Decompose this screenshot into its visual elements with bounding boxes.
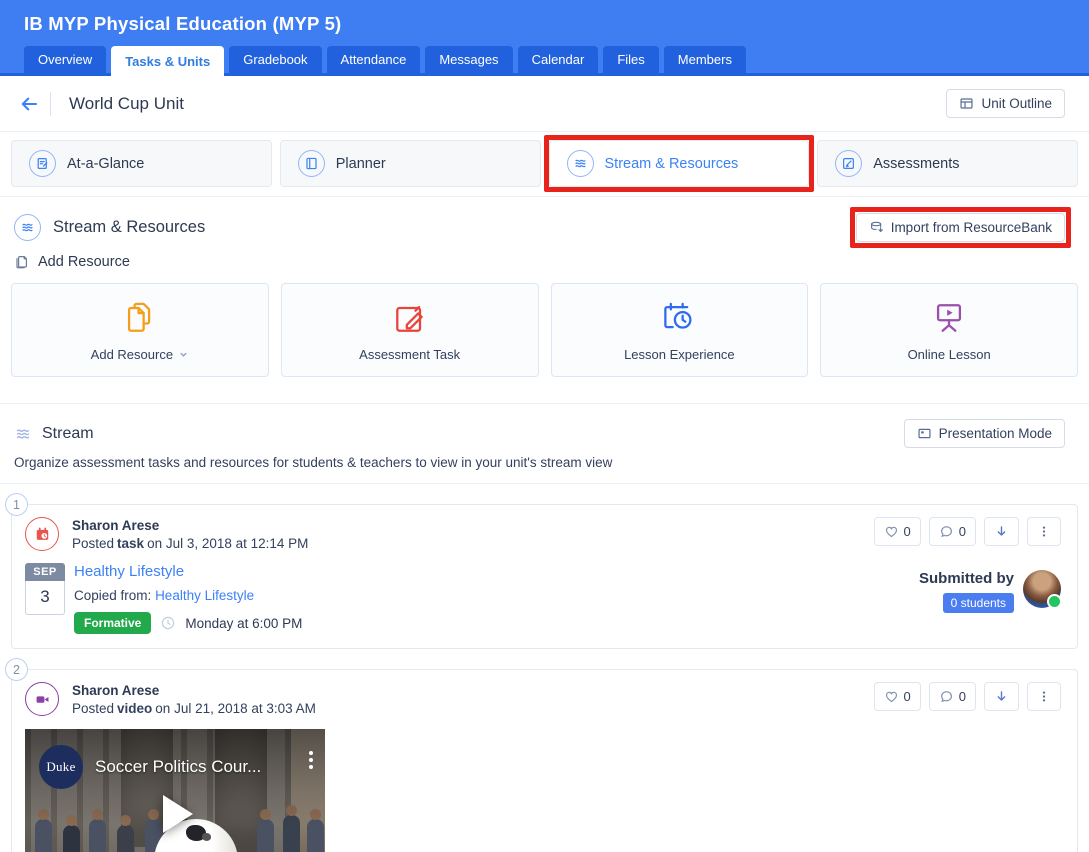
screen-icon — [917, 426, 932, 441]
move-down-button[interactable] — [984, 517, 1019, 546]
course-header: IB MYP Physical Education (MYP 5) Overvi… — [0, 0, 1089, 76]
presentation-play-icon — [929, 298, 969, 338]
post-actions: 0 0 — [874, 517, 1061, 546]
video-thumbnail[interactable]: Duke Soccer Politics Cour... — [25, 729, 325, 852]
layers-icon — [14, 214, 41, 241]
comment-icon — [939, 689, 954, 704]
unit-section-tabs: At-a-Glance Planner Stream & Resources A… — [0, 132, 1089, 187]
import-resourcebank-button[interactable]: Import from ResourceBank — [856, 213, 1065, 242]
tab-members[interactable]: Members — [664, 46, 746, 73]
video-more-icon[interactable] — [309, 751, 313, 769]
due-date-badge: SEP 3 — [25, 563, 65, 634]
comment-button[interactable]: 0 — [929, 682, 976, 711]
chevron-down-icon — [178, 349, 189, 360]
post-author: Sharon Arese — [72, 683, 316, 698]
post-actions: 0 0 — [874, 682, 1061, 711]
students-count-badge[interactable]: 0 students — [943, 593, 1014, 613]
post-meta: Postedvideoon Jul 21, 2018 at 3:03 AM — [72, 701, 316, 716]
comment-button[interactable]: 0 — [929, 517, 976, 546]
post-card: Sharon Arese Postedvideoon Jul 21, 2018 … — [11, 669, 1078, 852]
more-options-button[interactable] — [1027, 517, 1061, 546]
assessment-task-card[interactable]: Assessment Task — [281, 283, 539, 377]
post-number-badge: 2 — [5, 658, 28, 681]
move-down-button[interactable] — [984, 682, 1019, 711]
tab-messages[interactable]: Messages — [425, 46, 512, 73]
post-number-badge: 1 — [5, 493, 28, 516]
assessment-pencil-icon — [390, 298, 430, 338]
video-avatar-icon — [25, 682, 59, 716]
video-title[interactable]: Soccer Politics Cour... — [95, 757, 261, 777]
note-icon — [29, 150, 56, 177]
outline-grid-icon — [959, 96, 974, 111]
like-button[interactable]: 0 — [874, 682, 921, 711]
post-author: Sharon Arese — [72, 518, 308, 533]
import-stack-icon — [869, 220, 884, 235]
arrow-down-icon — [994, 524, 1009, 539]
submitted-by-label: Submitted by — [919, 570, 1014, 587]
arrow-left-icon — [19, 94, 39, 114]
clock-icon — [160, 615, 176, 631]
copied-from: Copied from: Healthy Lifestyle — [74, 588, 302, 603]
tab-overview[interactable]: Overview — [24, 46, 106, 73]
resource-cards: Add Resource Assessment Task Lesson Expe… — [0, 270, 1089, 377]
post-card: Sharon Arese Postedtaskon Jul 3, 2018 at… — [11, 504, 1078, 649]
stream-resources-header: Stream & Resources Import from ResourceB… — [0, 197, 1089, 242]
play-button[interactable] — [163, 795, 193, 833]
lesson-experience-card[interactable]: Lesson Experience — [551, 283, 809, 377]
add-resource-card[interactable]: Add Resource — [11, 283, 269, 377]
heart-icon — [884, 524, 899, 539]
tab-calendar[interactable]: Calendar — [518, 46, 599, 73]
unit-title-bar: World Cup Unit Unit Outline — [0, 76, 1089, 132]
channel-logo[interactable]: Duke — [39, 745, 83, 789]
due-time: Monday at 6:00 PM — [185, 616, 302, 631]
course-page: IB MYP Physical Education (MYP 5) Overvi… — [0, 0, 1089, 852]
tab-attendance[interactable]: Attendance — [327, 46, 421, 73]
comment-icon — [939, 524, 954, 539]
tab-files[interactable]: Files — [603, 46, 658, 73]
copy-docs-icon — [120, 298, 160, 338]
tab-assessments[interactable]: Assessments — [817, 140, 1078, 187]
divider — [0, 483, 1089, 484]
kebab-icon — [1037, 689, 1051, 704]
layers-icon — [14, 425, 32, 443]
layers-icon — [567, 150, 594, 177]
tab-planner[interactable]: Planner — [280, 140, 541, 187]
online-lesson-card[interactable]: Online Lesson — [820, 283, 1078, 377]
stream-post-video: 2 Sharon Arese Postedvideoon Jul 21, 201… — [11, 669, 1078, 852]
book-icon — [298, 150, 325, 177]
stream-post-task: 1 Sharon Arese Postedtaskon Jul 3, 2018 … — [11, 504, 1078, 649]
heart-icon — [884, 689, 899, 704]
calendar-clock-icon — [659, 298, 699, 338]
section-title: Stream — [42, 425, 94, 443]
course-tabs: Overview Tasks & Units Gradebook Attenda… — [0, 46, 1089, 73]
back-button[interactable] — [14, 89, 44, 119]
course-title: IB MYP Physical Education (MYP 5) — [0, 13, 1089, 46]
tab-at-a-glance[interactable]: At-a-Glance — [11, 140, 272, 187]
task-avatar-icon — [25, 517, 59, 551]
arrow-down-icon — [994, 689, 1009, 704]
task-title-link[interactable]: Healthy Lifestyle — [74, 563, 302, 580]
pencil-square-icon — [835, 150, 862, 177]
unit-outline-button[interactable]: Unit Outline — [946, 89, 1065, 118]
section-title: Stream & Resources — [53, 218, 205, 237]
more-options-button[interactable] — [1027, 682, 1061, 711]
add-resource-link[interactable]: Add Resource — [0, 242, 1089, 270]
divider — [50, 92, 51, 116]
stream-description: Organize assessment tasks and resources … — [0, 448, 1089, 470]
avatar[interactable] — [1023, 570, 1061, 608]
tab-gradebook[interactable]: Gradebook — [229, 46, 321, 73]
like-button[interactable]: 0 — [874, 517, 921, 546]
presentation-mode-button[interactable]: Presentation Mode — [904, 419, 1065, 448]
post-meta: Postedtaskon Jul 3, 2018 at 12:14 PM — [72, 536, 308, 551]
stream-header: Stream Presentation Mode — [0, 404, 1089, 448]
formative-badge: Formative — [74, 612, 151, 634]
tab-tasks-units[interactable]: Tasks & Units — [111, 46, 224, 76]
copy-doc-icon — [14, 254, 30, 270]
tab-stream-resources[interactable]: Stream & Resources — [549, 140, 810, 187]
copied-from-link[interactable]: Healthy Lifestyle — [155, 588, 254, 603]
submitted-by-block: Submitted by 0 students — [919, 563, 1061, 634]
unit-title: World Cup Unit — [69, 94, 184, 114]
kebab-icon — [1037, 524, 1051, 539]
